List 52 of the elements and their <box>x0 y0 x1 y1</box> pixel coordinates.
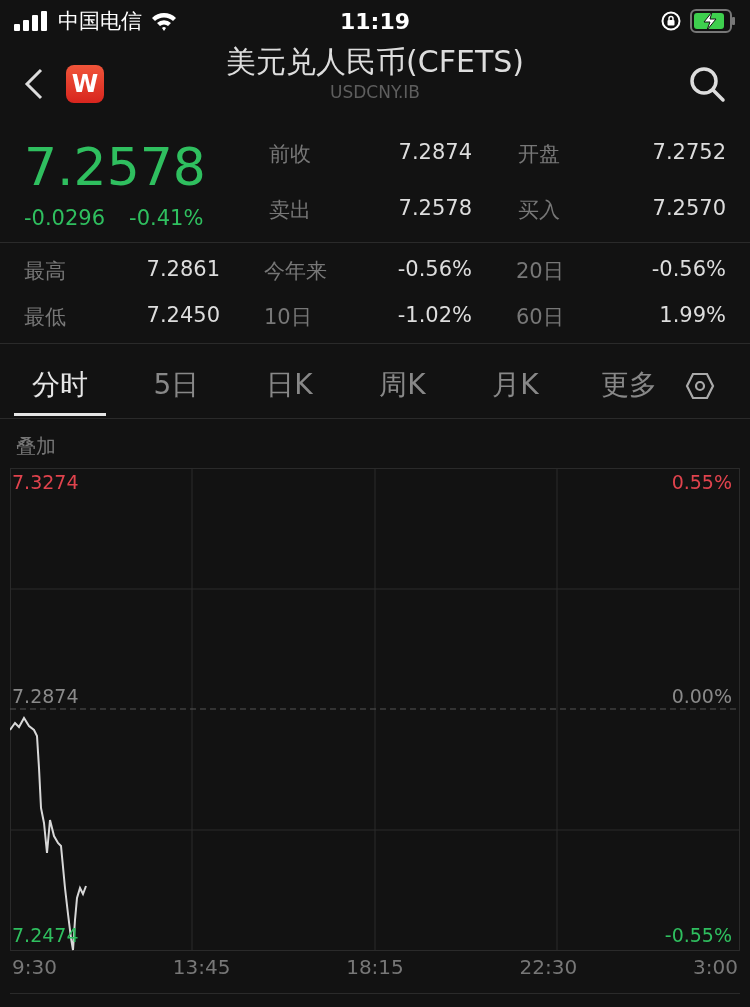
wifi-icon <box>150 11 178 31</box>
chart-tab[interactable]: 分时 <box>14 356 106 416</box>
percent-axis-label: 0.55% <box>671 470 732 494</box>
time-axis-label: 3:00 <box>693 955 738 979</box>
stat-label: 10日 <box>263 304 313 331</box>
chart-tab[interactable]: 月K <box>459 356 572 416</box>
price-axis-label: 7.3274 <box>12 470 79 494</box>
current-price: 7.2578 <box>24 136 207 199</box>
battery-icon <box>690 9 736 33</box>
chart-tab[interactable]: 日K <box>233 356 346 416</box>
price-change: -0.0296 <box>24 206 106 230</box>
app-logo: W <box>66 65 104 103</box>
percent-axis-label: 0.00% <box>671 683 732 708</box>
stat-label: 最高 <box>24 258 67 285</box>
page-title: 美元兑人民币(CFETS) <box>226 43 524 81</box>
carrier-name: 中国电信 <box>58 8 142 35</box>
chart-tab[interactable]: 更多 <box>572 356 685 416</box>
field-value: 7.2752 <box>651 140 726 166</box>
stat-value: -0.56% <box>650 257 726 283</box>
signal-icon <box>14 11 50 31</box>
time-axis-label: 13:45 <box>172 955 231 979</box>
time-axis-label: 22:30 <box>519 955 578 979</box>
clock-time: 11:19 <box>340 8 410 34</box>
search-icon[interactable] <box>688 65 726 103</box>
chart-tab[interactable]: 周K <box>346 356 459 416</box>
field-label: 买入 <box>517 197 561 224</box>
time-axis-label: 18:15 <box>346 955 404 979</box>
field-label: 开盘 <box>517 141 561 168</box>
percent-change: -0.41% <box>129 206 204 230</box>
field-value: 7.2570 <box>651 196 726 222</box>
back-icon[interactable] <box>24 68 44 100</box>
stat-label: 今年来 <box>263 258 328 285</box>
price-axis-label: 7.2874 <box>12 683 79 708</box>
field-value: 7.2874 <box>397 140 472 166</box>
stat-value: -1.02% <box>396 303 472 329</box>
rotation-lock-icon <box>660 10 682 32</box>
settings-icon[interactable] <box>685 371 715 401</box>
time-axis-label: 9:30 <box>12 955 57 979</box>
stat-value: -0.56% <box>396 257 472 283</box>
overlay-button[interactable]: 叠加 <box>16 433 56 460</box>
stat-label: 20日 <box>515 258 565 285</box>
stat-value: 1.99% <box>658 303 726 329</box>
stat-value: 7.2861 <box>145 257 220 283</box>
percent-axis-label: -0.55% <box>664 923 732 947</box>
stat-value: 7.2450 <box>145 303 220 329</box>
stat-label: 最低 <box>24 304 67 331</box>
symbol-code: USDCNY.IB <box>330 82 420 102</box>
stat-label: 60日 <box>515 304 565 331</box>
field-label: 前收 <box>269 141 312 168</box>
field-value: 7.2578 <box>397 196 472 222</box>
field-label: 卖出 <box>269 197 312 224</box>
chart-tab[interactable]: 5日 <box>120 356 233 416</box>
